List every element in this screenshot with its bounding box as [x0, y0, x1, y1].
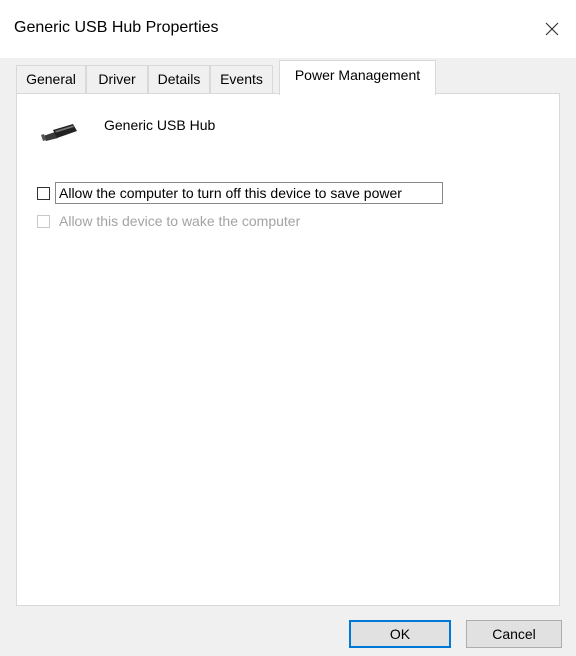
allow-turn-off-label[interactable]: Allow the computer to turn off this devi…: [59, 185, 402, 201]
ok-button[interactable]: OK: [349, 620, 451, 648]
allow-turn-off-checkbox[interactable]: [37, 187, 50, 200]
allow-wake-checkbox: [37, 215, 50, 228]
allow-wake-label: Allow this device to wake the computer: [59, 213, 301, 229]
cancel-button[interactable]: Cancel: [466, 620, 562, 648]
tab-events[interactable]: Events: [210, 65, 273, 93]
properties-dialog: Generic USB Hub Properties General Drive…: [0, 0, 576, 656]
title-bar[interactable]: Generic USB Hub Properties: [0, 0, 576, 58]
tab-panel: Generic USB Hub Allow the computer to tu…: [16, 93, 560, 606]
window-title: Generic USB Hub Properties: [14, 19, 219, 36]
tab-details[interactable]: Details: [148, 65, 210, 93]
tab-power-management[interactable]: Power Management: [279, 60, 436, 95]
close-icon: [545, 22, 559, 36]
tab-driver[interactable]: Driver: [86, 65, 148, 93]
device-name: Generic USB Hub: [104, 117, 216, 133]
usb-plug-icon: [41, 124, 77, 141]
tab-general[interactable]: General: [16, 65, 86, 93]
close-button[interactable]: [528, 0, 576, 58]
